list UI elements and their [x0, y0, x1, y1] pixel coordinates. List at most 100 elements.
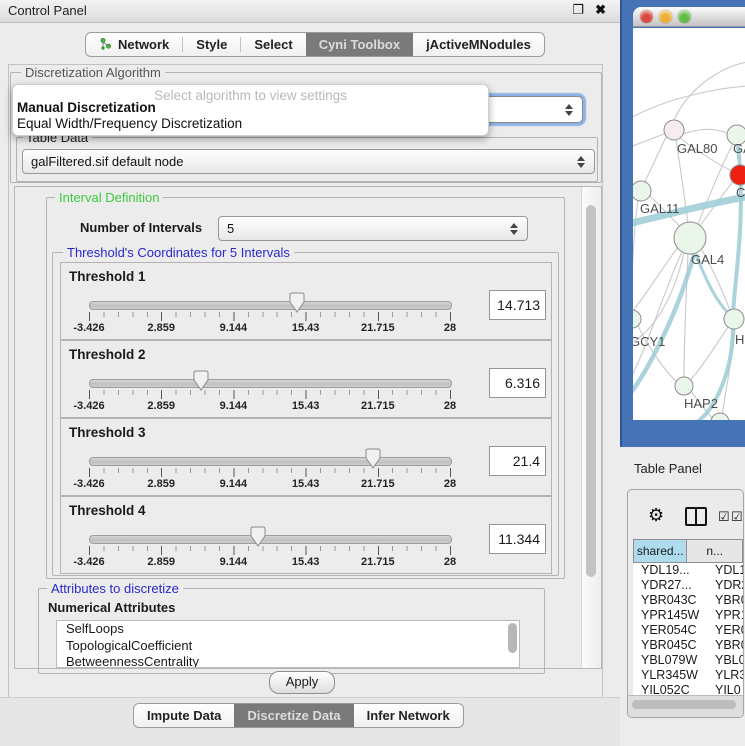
threshold-value-field[interactable]: 11.344 [489, 524, 546, 554]
tab-label: jActiveMNodules [426, 37, 531, 52]
column-header-name[interactable]: n... [687, 539, 743, 563]
tick-label: 21.715 [361, 556, 395, 568]
network-node[interactable] [711, 413, 729, 420]
network-icon [99, 37, 112, 53]
tick-label: 28 [444, 478, 456, 490]
threshold-row: Threshold 1 14.713 -3.4262.8599.14415.43… [60, 262, 552, 340]
tick-label: 15.43 [292, 400, 320, 412]
tab-select[interactable]: Select [241, 33, 305, 56]
threshold-value-field[interactable]: 14.713 [489, 290, 546, 320]
gear-icon[interactable]: ⚙ [648, 506, 664, 524]
table-row[interactable]: YBR043C YBR0 [633, 593, 743, 608]
cell-shared-name: YBR043C [641, 593, 697, 608]
horizontal-scrollbar-thumb[interactable] [632, 700, 736, 709]
cell-name: YLR3 [715, 668, 743, 683]
threshold-slider-track[interactable] [89, 379, 452, 388]
vertical-scrollbar-thumb[interactable] [586, 205, 596, 577]
table-panel-window: ⚙ ☑ ☑ shared... n... YDL19...YDL1YDR27..… [627, 489, 744, 718]
tick-label: 2.859 [147, 478, 175, 490]
tick-label: -3.426 [73, 556, 104, 568]
numerical-attributes-list[interactable]: SelfLoopsTopologicalCoefficientBetweenne… [56, 620, 520, 668]
table-row[interactable]: YLR345WYLR3 [633, 668, 743, 683]
threshold-row: Threshold 3 21.4 -3.4262.8599.14415.4321… [60, 418, 552, 496]
network-edge [644, 137, 666, 183]
tab-cyni-toolbox[interactable]: Cyni Toolbox [306, 33, 413, 56]
node-label: GAL4 [691, 252, 724, 267]
split-column-icon[interactable] [685, 507, 707, 526]
network-node-gcy1[interactable] [633, 310, 641, 328]
checkbox-icon[interactable]: ☑ [731, 509, 743, 525]
threshold-label: Threshold 4 [69, 503, 146, 518]
network-node[interactable] [730, 165, 745, 185]
slider-handle[interactable] [289, 292, 305, 313]
apply-button[interactable]: Apply [269, 671, 335, 694]
vertical-scrollbar[interactable] [581, 187, 601, 668]
network-edge [633, 133, 666, 148]
table-row[interactable]: YDR27...YDR2 [633, 578, 743, 593]
cell-name: YPR1 [715, 608, 743, 623]
network-node-h[interactable] [724, 309, 744, 329]
network-edge [691, 327, 728, 379]
close-traffic-light-icon[interactable] [640, 10, 653, 23]
algorithm-dropdown-popup: Select algorithm to view settings Manual… [12, 84, 489, 136]
network-node-hap2[interactable] [675, 377, 693, 395]
column-header-shared[interactable]: shared... [633, 539, 687, 563]
table-row[interactable]: YBL079WYBL0 [633, 653, 743, 668]
slider-handle[interactable] [250, 526, 266, 547]
attribute-list-item[interactable]: SelfLoops [57, 621, 519, 638]
threshold-value-field[interactable]: 21.4 [489, 446, 546, 476]
cell-name: YDR2 [715, 578, 743, 593]
attribute-list-item[interactable]: TopologicalCoefficient [57, 638, 519, 655]
popup-item[interactable]: Manual Discretization [17, 100, 156, 115]
tick-label: 9.144 [220, 400, 248, 412]
attribute-list-item[interactable]: BetweennessCentrality [57, 654, 519, 668]
top-tab-bar: NetworkStyleSelect Cyni Toolbox jActiveMNo… [85, 32, 545, 57]
float-icon[interactable]: ❐ [572, 2, 584, 18]
number-of-intervals-combobox[interactable]: 5 [218, 216, 528, 241]
tab-style[interactable]: Style [183, 33, 240, 56]
tick-label: 21.715 [361, 400, 395, 412]
table-data-combobox[interactable]: galFiltered.sif default node [22, 149, 595, 174]
network-edge [633, 200, 638, 308]
close-icon[interactable]: ✖ [595, 2, 606, 18]
slider-major-ticks [89, 468, 451, 477]
tab-label: Cyni Toolbox [319, 37, 400, 52]
table-row[interactable]: YPR145WYPR1 [633, 608, 743, 623]
network-canvas[interactable]: GAL80GACGAL11GAL4GCY1HHAP2 [633, 28, 745, 420]
checkbox-icon[interactable]: ☑ [718, 509, 730, 525]
node-label: C [736, 185, 745, 200]
threshold-value-field[interactable]: 6.316 [489, 368, 546, 398]
tab-discretize-data[interactable]: Discretize Data [234, 704, 353, 727]
tick-label: 9.144 [220, 322, 248, 334]
zoom-traffic-light-icon[interactable] [678, 10, 691, 23]
network-node-gal4[interactable] [674, 222, 706, 254]
threshold-slider-track[interactable] [89, 535, 452, 544]
tab-impute-data[interactable]: Impute Data [134, 704, 234, 727]
node-label: HAP2 [684, 396, 718, 411]
combo-arrows-icon [510, 223, 518, 235]
threshold-slider-track[interactable] [89, 301, 452, 310]
tab-infer-network[interactable]: Infer Network [354, 704, 463, 727]
network-node-gal11[interactable] [633, 181, 651, 201]
tab-label: Infer Network [367, 708, 450, 723]
minimize-traffic-light-icon[interactable] [659, 10, 672, 23]
threshold-slider-track[interactable] [89, 457, 452, 466]
number-of-intervals-value: 5 [227, 221, 234, 236]
network-node-gal80[interactable] [664, 120, 684, 140]
tab-network[interactable]: Network [86, 33, 182, 56]
slider-handle[interactable] [365, 448, 381, 469]
slider-major-ticks [89, 390, 451, 399]
table-row[interactable]: YDL19...YDL1 [633, 563, 743, 578]
cell-shared-name: YBL079W [641, 653, 697, 668]
tab-jactivemnodules[interactable]: jActiveMNodules [413, 33, 544, 56]
table-row[interactable]: YBR045CYBR0 [633, 638, 743, 653]
tick-label: 28 [444, 322, 456, 334]
table-row[interactable]: YER054CYER0 [633, 623, 743, 638]
list-scrollbar-thumb[interactable] [508, 623, 517, 653]
combo-arrows-icon [565, 104, 573, 116]
cell-name: YBR0 [715, 593, 743, 608]
slider-handle[interactable] [193, 370, 209, 391]
tick-label: 15.43 [292, 322, 320, 334]
popup-item[interactable]: Equal Width/Frequency Discretization [17, 116, 242, 131]
horizontal-scrollbar[interactable] [628, 695, 743, 717]
